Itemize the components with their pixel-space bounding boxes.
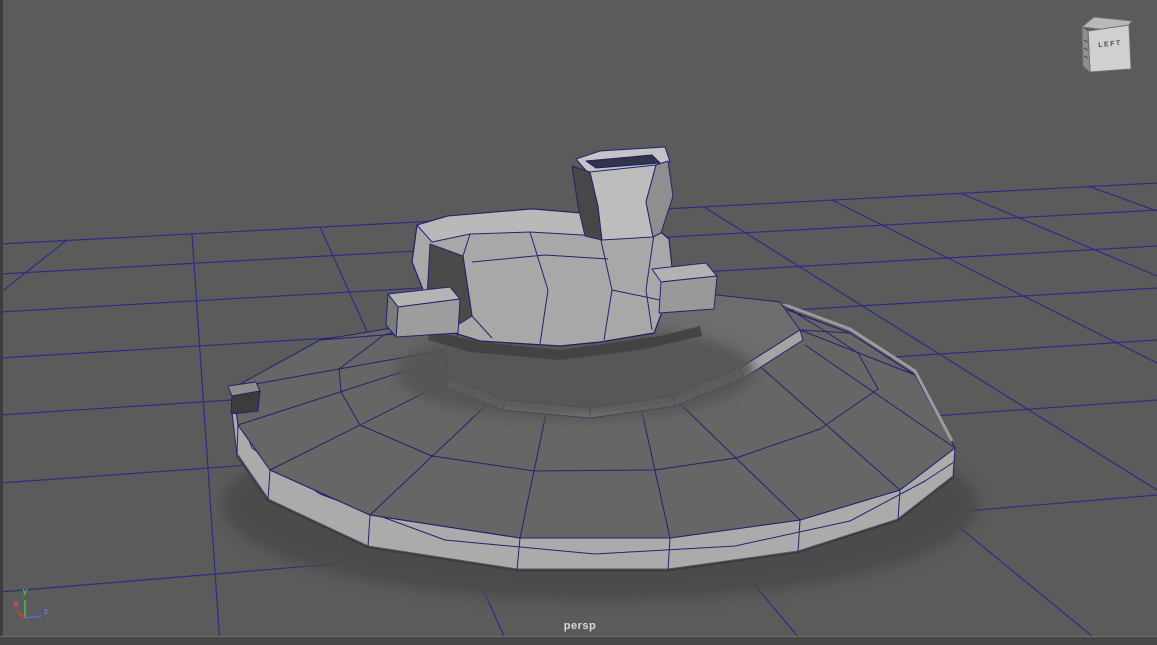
grid-line-b1 — [0, 240, 67, 293]
viewport-bottom-bar — [0, 636, 1157, 645]
layer-spout-pillar — [572, 147, 673, 240]
right-box-front — [659, 276, 717, 313]
axis-z-label: z — [40, 606, 52, 616]
grid-line-b8 — [960, 193, 1157, 276]
3d-viewport[interactable]: persp LEFT x y z — [0, 0, 1157, 645]
viewport-left-border — [0, 0, 3, 645]
grid-line-b2 — [192, 234, 220, 645]
axis-x-line — [17, 611, 25, 618]
grid-line-b9 — [1088, 186, 1157, 211]
grid-line-b7 — [832, 200, 1157, 363]
axis-z-line — [25, 616, 42, 618]
viewport-canvas[interactable] — [0, 0, 1157, 645]
camera-name-label: persp — [520, 620, 640, 632]
axis-x-label: x — [10, 599, 22, 609]
axis-y-label: y — [19, 586, 31, 596]
